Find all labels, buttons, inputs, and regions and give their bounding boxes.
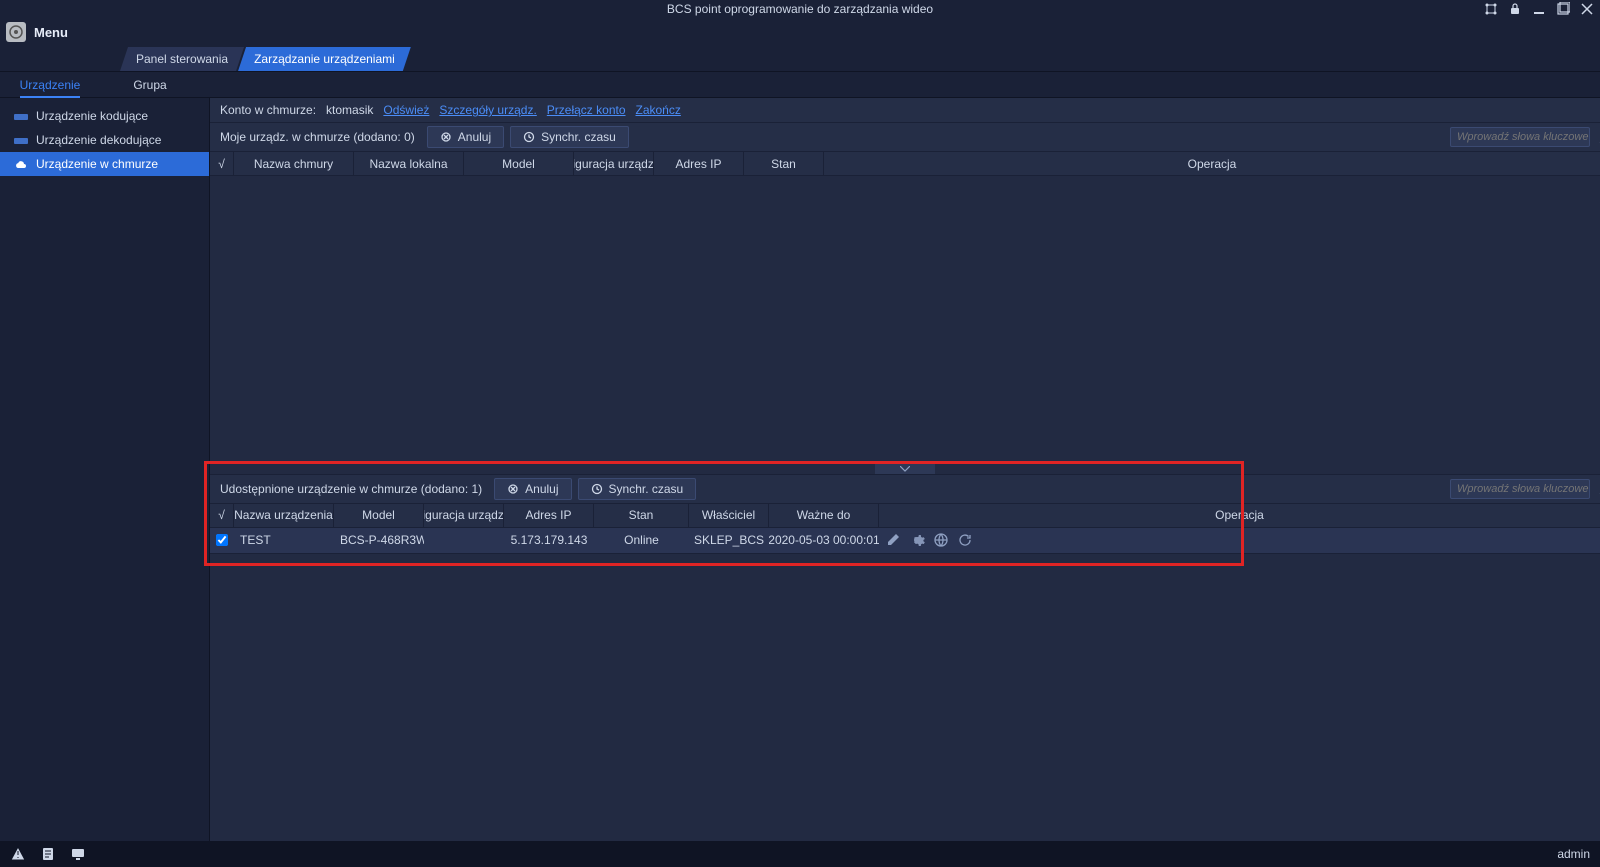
sidebar-item-encoder[interactable]: Urządzenie kodujące: [0, 104, 209, 128]
cell-check[interactable]: [210, 528, 234, 553]
encoder-icon: [14, 111, 28, 121]
menu-button[interactable]: Menu: [34, 25, 68, 40]
app-title: BCS point oprogramowanie do zarządzania …: [667, 2, 933, 16]
cloud-account-label: Konto w chmurze:: [220, 103, 316, 117]
minimize-icon[interactable]: [1532, 2, 1546, 16]
sidebar: Urządzenie kodujące Urządzenie dekodując…: [0, 98, 210, 841]
cell-device-name: TEST: [234, 528, 334, 553]
upper-toolbar: Moje urządz. w chmurze (dodano: 0) Anulu…: [210, 122, 1600, 152]
col-operation[interactable]: Operacja: [824, 152, 1600, 175]
col-check[interactable]: √: [210, 152, 234, 175]
clock-icon: [523, 131, 535, 143]
collapse-handle[interactable]: [875, 464, 935, 474]
app-logo-icon: [6, 22, 26, 42]
decoder-icon: [14, 135, 28, 145]
sidebar-item-label: Urządzenie kodujące: [36, 109, 148, 123]
body: Urządzenie kodujące Urządzenie dekodując…: [0, 98, 1600, 841]
col-owner[interactable]: Właściciel: [689, 504, 769, 527]
upper-table-header: √ Nazwa chmury Nazwa lokalna Model nfigu…: [210, 152, 1600, 176]
maximize-icon[interactable]: [1556, 2, 1570, 16]
cancel-icon: [440, 131, 452, 143]
col-check[interactable]: √: [210, 504, 234, 527]
cloud-account-value: ktomasik: [326, 103, 373, 117]
col-valid[interactable]: Ważne do: [769, 504, 879, 527]
col-device-name[interactable]: Nazwa urządzenia: [234, 504, 334, 527]
link-details[interactable]: Szczegóły urządz.: [439, 103, 536, 117]
lower-table-header: √ Nazwa urządzenia Model nfiguracja urzą…: [210, 504, 1600, 528]
col-ip[interactable]: Adres IP: [504, 504, 594, 527]
gear-icon[interactable]: [909, 532, 925, 548]
subnav: Urządzenie Grupa: [0, 72, 1600, 98]
lock-icon[interactable]: [1508, 2, 1522, 16]
upper-cancel-button[interactable]: Anuluj: [427, 126, 504, 148]
lower-search-box[interactable]: [1450, 479, 1590, 499]
lower-table-body: [210, 554, 1600, 842]
tab-panel-sterowania[interactable]: Panel sterowania: [120, 47, 244, 71]
status-user: admin: [1557, 847, 1590, 861]
upper-table-body: [210, 176, 1600, 464]
close-icon[interactable]: [1580, 2, 1594, 16]
col-model[interactable]: Model: [464, 152, 574, 175]
tab-zarzadzanie-urzadzeniami[interactable]: Zarządzanie urządzeniami: [238, 47, 411, 71]
statusbar: admin: [0, 841, 1600, 867]
link-refresh[interactable]: Odśwież: [383, 103, 429, 117]
cell-valid: 2020-05-03 00:00:01: [769, 528, 879, 553]
sidebar-item-label: Urządzenie w chmurze: [36, 157, 158, 171]
alert-icon[interactable]: [10, 846, 26, 862]
monitor-icon[interactable]: [70, 846, 86, 862]
edit-icon[interactable]: [885, 532, 901, 548]
cloud-account-bar: Konto w chmurze: ktomasik Odśwież Szczeg…: [210, 98, 1600, 122]
col-operation[interactable]: Operacja: [879, 504, 1600, 527]
cell-model: BCS-P-468R3WSA: [334, 528, 424, 553]
network-icon[interactable]: [1484, 2, 1498, 16]
col-cloud-name[interactable]: Nazwa chmury: [234, 152, 354, 175]
col-config[interactable]: nfiguracja urządzer: [574, 152, 654, 175]
subnav-urzadzenie[interactable]: Urządzenie: [0, 72, 100, 98]
app-window: BCS point oprogramowanie do zarządzania …: [0, 0, 1600, 867]
upper-sync-button[interactable]: Synchr. czasu: [510, 126, 629, 148]
log-icon[interactable]: [40, 846, 56, 862]
cell-status: Online: [594, 528, 689, 553]
col-local-name[interactable]: Nazwa lokalna: [354, 152, 464, 175]
refresh-icon[interactable]: [957, 532, 973, 548]
table-row[interactable]: TEST BCS-P-468R3WSA 5.173.179.143 Online…: [210, 528, 1600, 554]
browser-icon[interactable]: [933, 532, 949, 548]
sidebar-item-label: Urządzenie dekodujące: [36, 133, 161, 147]
lower-caption: Udostępnione urządzenie w chmurze (dodan…: [220, 482, 482, 496]
lower-cancel-button[interactable]: Anuluj: [494, 478, 571, 500]
cell-ip: 5.173.179.143: [504, 528, 594, 553]
cell-owner: SKLEP_BCS: [689, 528, 769, 553]
upper-search-box[interactable]: [1450, 127, 1590, 147]
titlebar-controls: [1484, 0, 1594, 18]
lower-sync-button[interactable]: Synchr. czasu: [578, 478, 697, 500]
subnav-grupa[interactable]: Grupa: [100, 72, 200, 98]
upper-caption: Moje urządz. w chmurze (dodano: 0): [220, 130, 415, 144]
link-finish[interactable]: Zakończ: [636, 103, 681, 117]
col-ip[interactable]: Adres IP: [654, 152, 744, 175]
col-status[interactable]: Stan: [594, 504, 689, 527]
row-checkbox[interactable]: [216, 534, 228, 546]
lower-toolbar: Udostępnione urządzenie w chmurze (dodan…: [210, 474, 1600, 504]
upper-search-input[interactable]: [1457, 131, 1600, 143]
col-status[interactable]: Stan: [744, 152, 824, 175]
cell-config: [424, 528, 504, 553]
tabstrip: Panel sterowania Zarządzanie urządzeniam…: [0, 46, 1600, 72]
titlebar: BCS point oprogramowanie do zarządzania …: [0, 0, 1600, 18]
clock-icon: [591, 483, 603, 495]
link-switch-account[interactable]: Przełącz konto: [547, 103, 626, 117]
sidebar-item-decoder[interactable]: Urządzenie dekodujące: [0, 128, 209, 152]
cell-operation: [879, 528, 1600, 553]
cloud-icon: [14, 159, 28, 169]
main-panel: Konto w chmurze: ktomasik Odśwież Szczeg…: [210, 98, 1600, 841]
col-config[interactable]: nfiguracja urządzer: [424, 504, 504, 527]
collapse-bar: [210, 464, 1600, 474]
sidebar-item-cloud[interactable]: Urządzenie w chmurze: [0, 152, 209, 176]
cancel-icon: [507, 483, 519, 495]
lower-search-input[interactable]: [1457, 483, 1600, 495]
col-model[interactable]: Model: [334, 504, 424, 527]
menubar: Menu: [0, 18, 1600, 46]
